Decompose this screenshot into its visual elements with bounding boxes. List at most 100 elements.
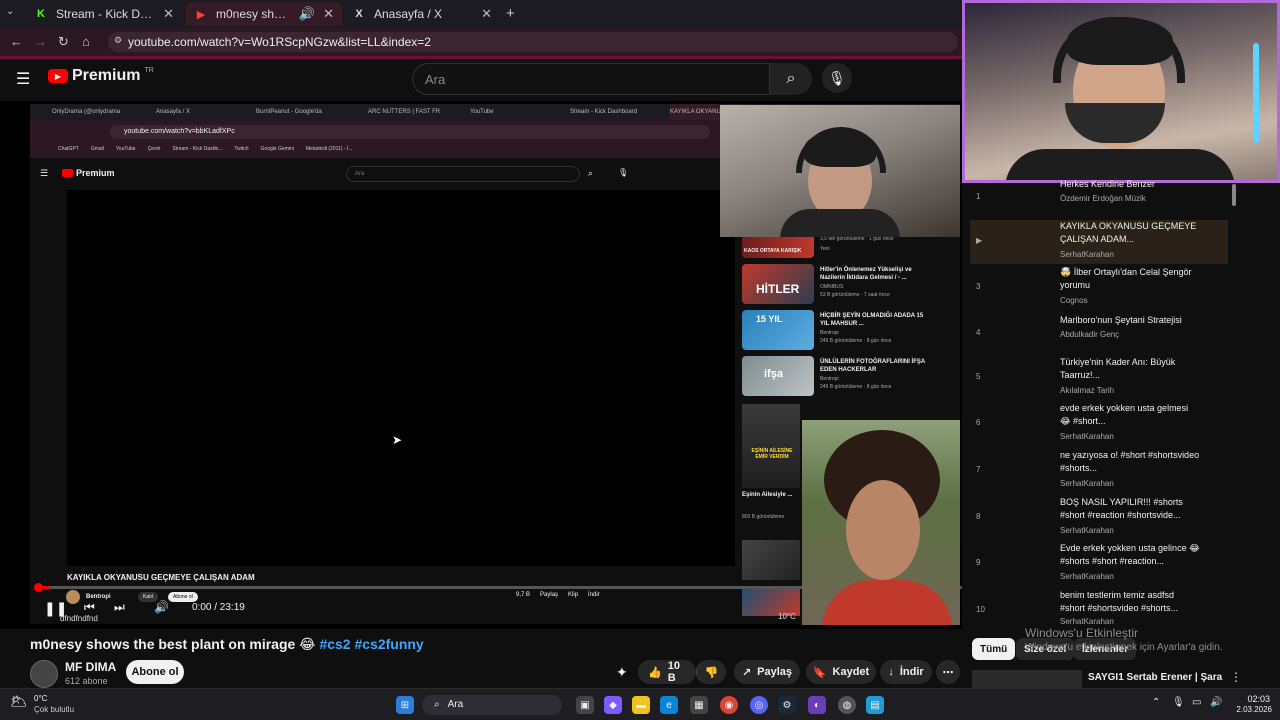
url-text: youtube.com/watch?v=Wo1RScpNGzw&list=LL&…: [128, 35, 431, 49]
playlist-item[interactable]: 6 evde erkek yokken usta gelmesi 😂 #shor…: [970, 402, 1230, 446]
display-tray-icon[interactable]: ▭: [1192, 697, 1201, 708]
new-tab-icon[interactable]: +: [506, 5, 515, 22]
task-view-icon[interactable]: ▣: [576, 696, 594, 714]
weather-icon[interactable]: 🌥: [10, 693, 28, 710]
close-tab-icon[interactable]: ✕: [163, 6, 174, 22]
hamburger-menu-icon[interactable]: ☰: [16, 69, 30, 89]
video-title-text: m0nesy shows the best plant on mirage 😂: [30, 636, 316, 652]
playlist-item-active[interactable]: ▶ KAYIKLA OKYANUSU GEÇMEYE ÇALIŞAN ADAM.…: [970, 220, 1230, 264]
playlist-item[interactable]: 10 benim testlerim temiz asdfsd #short #…: [970, 589, 1230, 629]
nested-video-title: KAYIKLA OKYANUSU GEÇMEYE ÇALIŞAN ADAM: [67, 573, 255, 582]
tab-label: m0nesy shows the best plant on mirage: [216, 7, 291, 21]
file-explorer-icon[interactable]: ▬: [632, 696, 650, 714]
widgets-icon[interactable]: ◆: [604, 696, 622, 714]
nested-tab: BurntPeanut - Google'da: [256, 109, 322, 115]
obs-icon[interactable]: ◍: [838, 696, 856, 714]
weather-desc: Çok bulutlu: [34, 705, 75, 714]
next-video-title[interactable]: SAYGI1 Sertab Erener | Şara: [1088, 672, 1222, 683]
playlist-item[interactable]: 8 BOŞ NASIL YAPILIR!!! #shorts #short #r…: [970, 496, 1230, 540]
download-icon: ↓: [888, 666, 894, 678]
playlist-item[interactable]: 7 ne yazıyosa o! #short #shortsvideo #sh…: [970, 449, 1230, 493]
playlist-item[interactable]: 5 Türkiye'nin Kader Anı: Büyük Taarruz!.…: [970, 356, 1230, 400]
nested-tab: ARC NUTTERS | FAST FR: [368, 109, 441, 115]
dislike-button[interactable]: 👎: [696, 660, 726, 684]
youtube-logo-icon: [62, 169, 73, 177]
subscribe-button[interactable]: Abone ol: [126, 660, 184, 684]
youtube-premium-logo[interactable]: ▶ Premium TR: [48, 67, 154, 85]
nested-download: İndir: [588, 592, 600, 598]
search-button[interactable]: ⌕: [770, 63, 812, 95]
download-button[interactable]: ↓ İndir: [880, 660, 932, 684]
search-input[interactable]: Ara: [412, 63, 770, 95]
like-button[interactable]: 👍 10 B: [638, 660, 696, 684]
edge-icon[interactable]: e: [660, 696, 678, 714]
search-icon: ⌕: [786, 70, 796, 87]
light-strip: [1253, 43, 1259, 143]
playlist-item[interactable]: 3 🤯 İlber Ortaylı'dan Celal Şengör yorum…: [970, 266, 1230, 310]
speaker-tray-icon[interactable]: 🔊: [1210, 697, 1222, 708]
streamer-webcam-small: [720, 105, 960, 237]
more-options-button[interactable]: ⋯: [936, 660, 960, 684]
url-input[interactable]: ⚙ youtube.com/watch?v=Wo1RScpNGzw&list=L…: [108, 32, 958, 52]
save-button[interactable]: 🔖 Kaydet: [806, 660, 876, 684]
taskbar-search[interactable]: ⌕ Ara: [422, 695, 562, 715]
progress-scrubber[interactable]: [34, 583, 43, 592]
youtube-icon: ▶: [196, 8, 206, 21]
time-display: 0:00 / 23:19: [192, 602, 245, 613]
app-icon[interactable]: ◐: [808, 696, 826, 714]
nested-share: Paylaş: [540, 592, 559, 598]
next-video-thumb[interactable]: [972, 670, 1082, 688]
playlist-scrollbar[interactable]: [1232, 184, 1236, 206]
close-tab-icon[interactable]: ✕: [481, 6, 492, 22]
volume-icon[interactable]: 🔊: [154, 600, 169, 614]
clock-time[interactable]: 02:03: [1232, 694, 1270, 704]
hashtag-links[interactable]: #cs2 #cs2funny: [319, 636, 423, 652]
back-arrow-icon[interactable]: ←: [10, 34, 23, 49]
clock-date[interactable]: 2.03.2026: [1226, 705, 1272, 714]
playlist-item[interactable]: 1 Herkes Kendine Benzer Özdemir Erdoğan …: [970, 178, 1230, 218]
x-icon: X: [355, 8, 363, 20]
tab-x[interactable]: X Anasayfa / X ✕: [344, 2, 500, 26]
reload-icon[interactable]: ↻: [58, 34, 69, 50]
youtube-logo-icon: ▶: [48, 69, 68, 83]
nested-shorts-thumb: EŞİNİN AİLESİNE EMİR VERDİM: [742, 404, 800, 488]
store-icon[interactable]: ▦: [690, 696, 708, 714]
share-button[interactable]: ↗ Paylaş: [734, 660, 800, 684]
chrome-icon[interactable]: ◉: [720, 696, 738, 714]
steam-icon[interactable]: ⚙: [778, 696, 796, 714]
playlist-item[interactable]: 9 Evde erkek yokken usta gelince 😂 #shor…: [970, 542, 1230, 586]
app-icon[interactable]: ▤: [866, 696, 884, 714]
shirt: [822, 580, 952, 625]
forward-arrow-icon[interactable]: →: [34, 34, 47, 49]
tab-youtube-active[interactable]: ▶ m0nesy shows the best plant on mirage …: [186, 2, 342, 26]
logo-badge: TR: [144, 67, 154, 74]
more-vert-icon[interactable]: ⋮: [1230, 670, 1242, 684]
chip-all[interactable]: Tümü: [972, 638, 1016, 660]
nested-likes: 9,7 B: [516, 592, 531, 598]
voice-search-button[interactable]: 🎙: [822, 63, 852, 93]
windows-taskbar: 🌥 0°C Çok bulutlu ⊞ ⌕ Ara ▣ ◆ ▬ e ▦ ◉ ◎ …: [0, 688, 1280, 720]
tab-kick-dashboard[interactable]: K Stream - Kick Dashboard ✕: [26, 2, 182, 26]
discord-icon[interactable]: ◎: [750, 696, 768, 714]
windows-start-icon[interactable]: ⊞: [396, 696, 414, 714]
tab-list-chevron-icon[interactable]: ⌄: [6, 6, 14, 17]
site-info-icon[interactable]: ⚙: [114, 35, 122, 46]
previous-icon[interactable]: ⏮: [84, 600, 95, 615]
weather-temp: 0°C: [34, 694, 48, 703]
home-icon[interactable]: ⌂: [82, 34, 90, 49]
channel-name[interactable]: MF DIMA: [65, 660, 116, 674]
nested-tab: Stream - Kick Dashboard: [570, 109, 638, 115]
tray-chevron-icon[interactable]: ⌃: [1152, 697, 1160, 708]
video-title: m0nesy shows the best plant on mirage 😂 …: [30, 636, 424, 653]
shirt: [780, 209, 900, 237]
channel-avatar[interactable]: [30, 660, 58, 688]
nested-tab: YouTube: [470, 109, 494, 115]
playlist-item[interactable]: 4 Marlboro'nun Şeytani Stratejisi Abdulk…: [970, 314, 1230, 354]
boost-icon[interactable]: ✦: [616, 664, 628, 681]
next-icon[interactable]: ⏭: [114, 600, 125, 615]
close-tab-icon[interactable]: ✕: [323, 6, 334, 22]
windows-activation-title: Windows'u Etkinleştir: [1025, 626, 1138, 640]
mute-tab-icon[interactable]: 🔊: [299, 6, 315, 22]
tab-label: Stream - Kick Dashboard: [56, 7, 155, 21]
mic-tray-icon[interactable]: 🎙: [1172, 697, 1185, 708]
